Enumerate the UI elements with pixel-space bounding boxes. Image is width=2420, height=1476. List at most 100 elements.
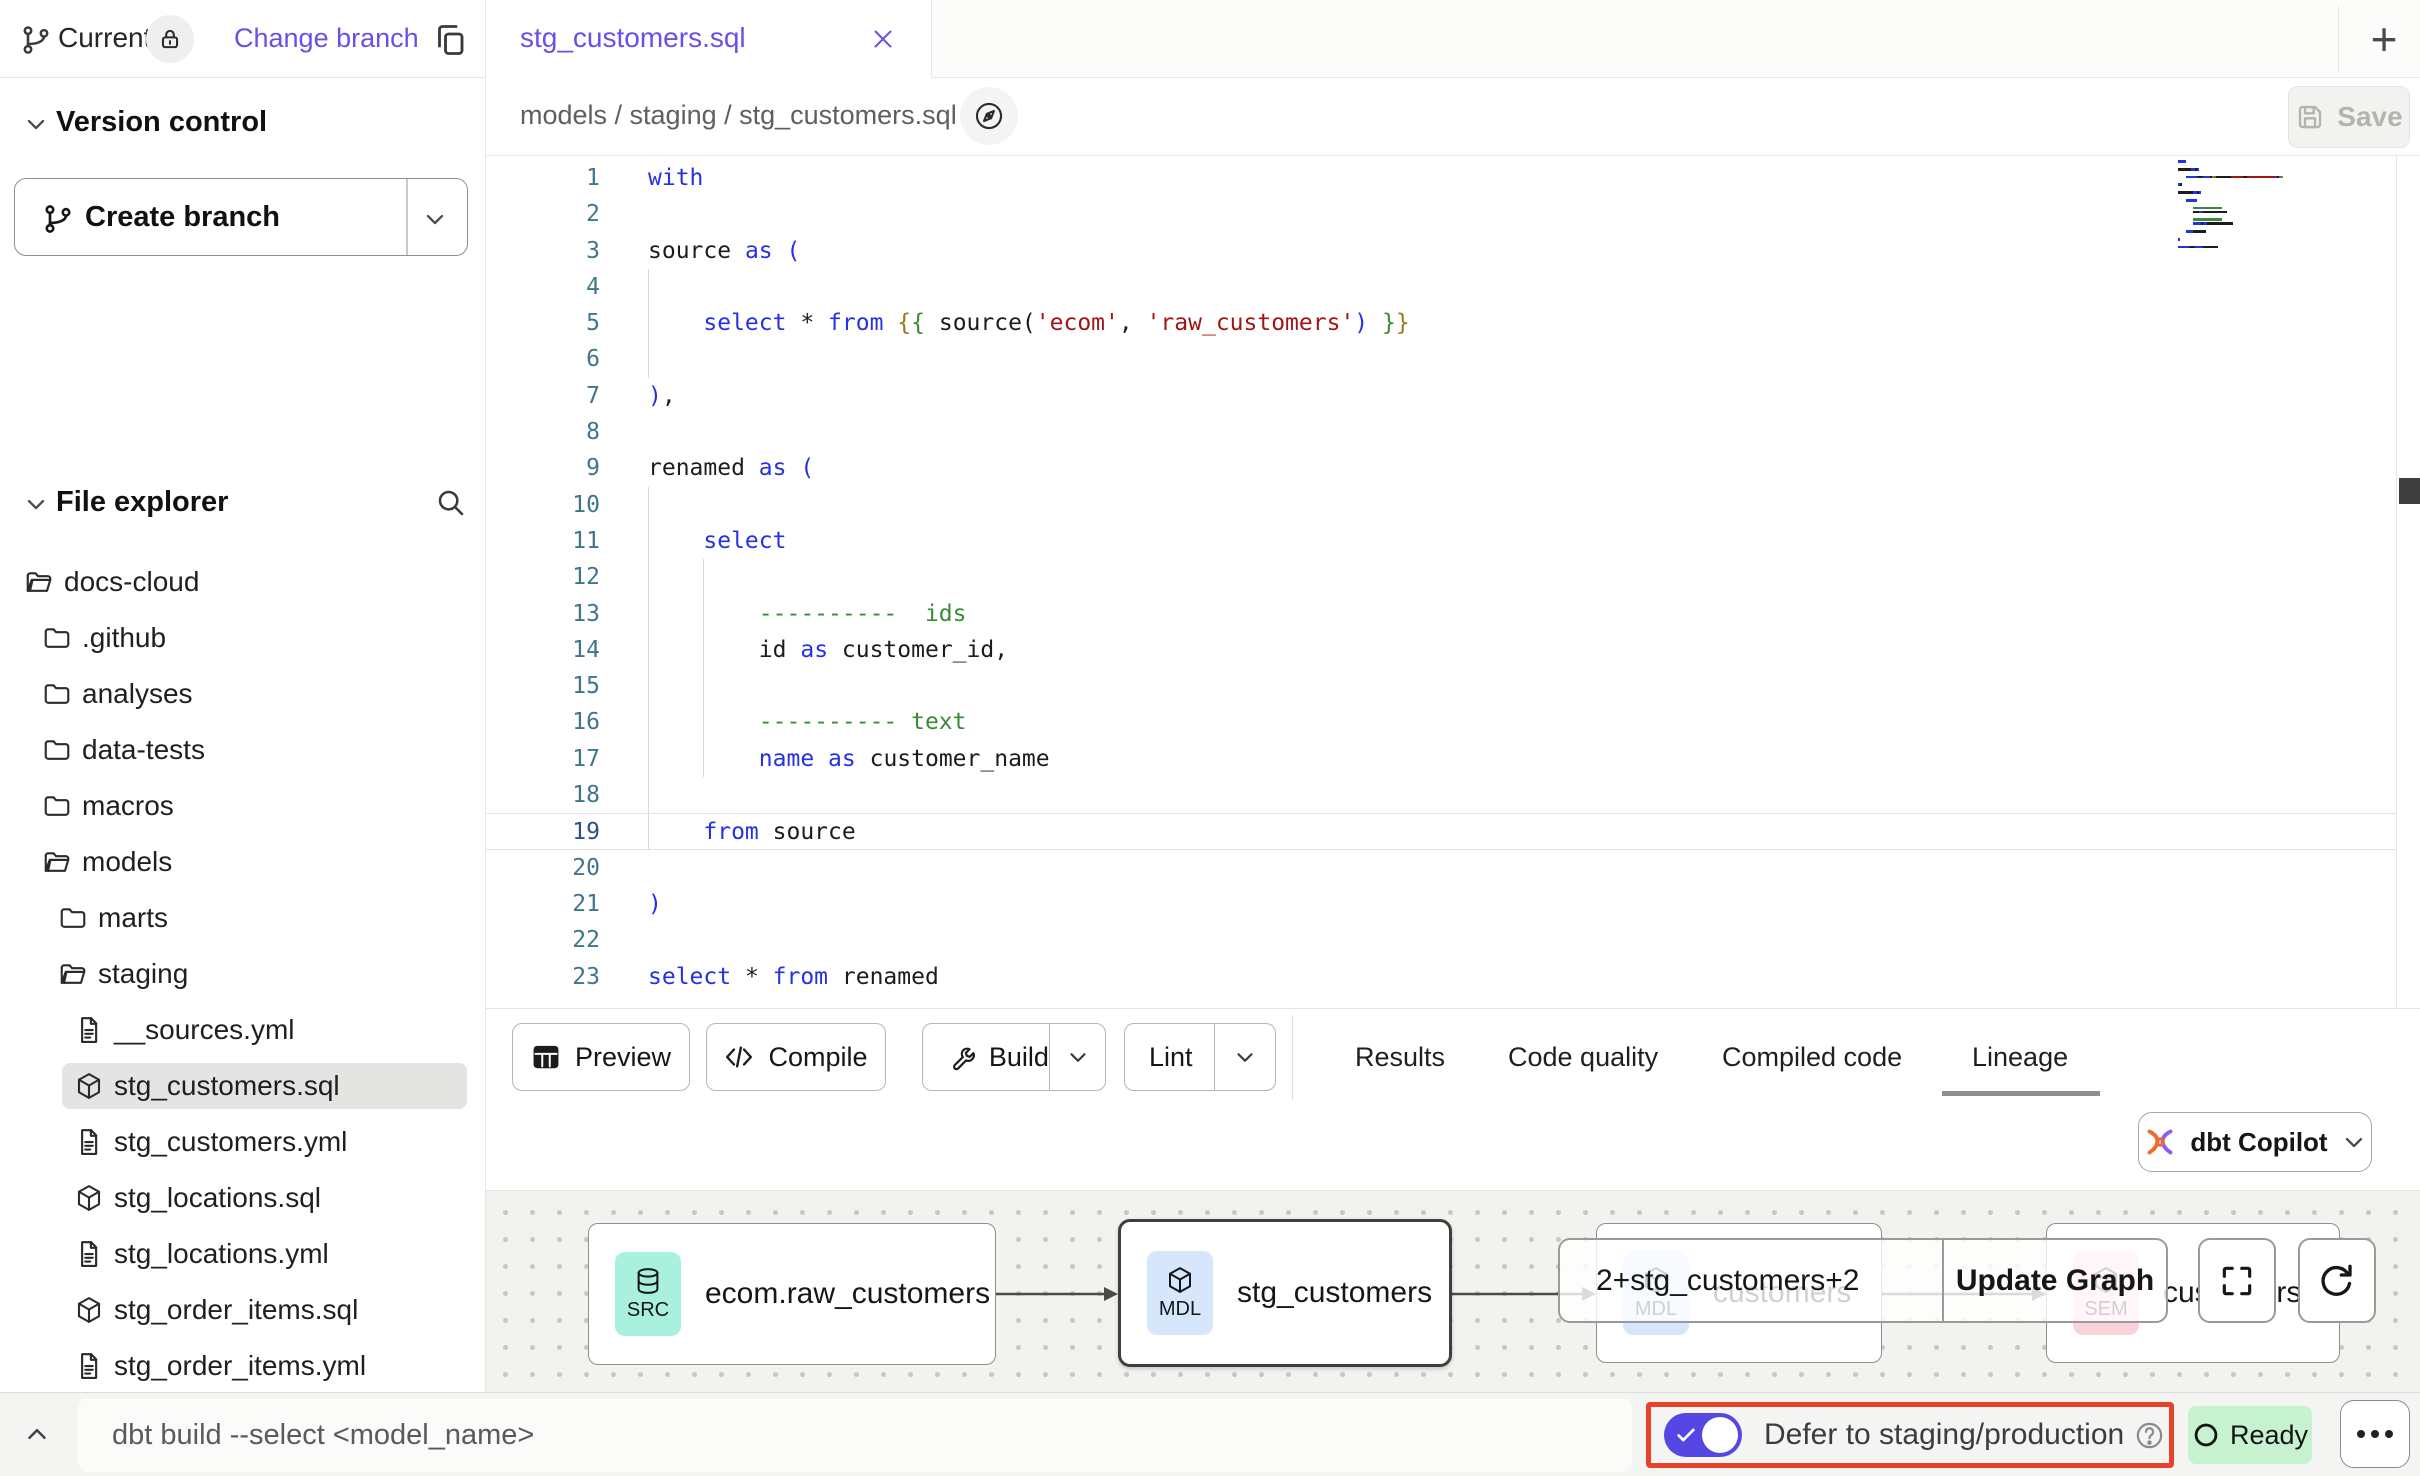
code-line-4: 4 (486, 269, 2396, 305)
tab-results[interactable]: Results (1355, 1023, 1445, 1091)
file-explorer-header[interactable]: File explorer (0, 480, 485, 526)
line-number: 7 (486, 378, 600, 414)
folder-open-icon (42, 847, 72, 877)
code-line-7: 7), (486, 378, 2396, 414)
update-graph-button[interactable]: Update Graph (1944, 1240, 2166, 1321)
search-icon[interactable] (434, 486, 466, 518)
tree-item-label: marts (98, 902, 168, 934)
fullscreen-button[interactable] (2198, 1238, 2276, 1323)
code-line-2: 2 (486, 196, 2396, 232)
tree-item-stg-customers-yml[interactable]: stg_customers.yml (0, 1114, 485, 1170)
code-line-15: 15 (486, 668, 2396, 704)
code-editor[interactable]: 1with23source as (45select * from {{ sou… (486, 156, 2420, 1008)
more-options-button[interactable] (2340, 1400, 2410, 1468)
close-icon[interactable] (868, 24, 898, 54)
button-label: Compile (768, 1042, 867, 1073)
preview-button[interactable]: Preview (512, 1023, 690, 1091)
dbt-copilot-label: dbt Copilot (2190, 1127, 2327, 1158)
tree-item-models[interactable]: models (0, 834, 485, 890)
file-icon (74, 1239, 104, 1269)
chevron-down-icon (2340, 1128, 2368, 1156)
dropdown-chevron[interactable] (1215, 1024, 1275, 1090)
chevron-down-icon[interactable] (421, 205, 449, 233)
code-line-23: 23select * from renamed (486, 959, 2396, 995)
line-number: 8 (486, 414, 600, 450)
code-line-22: 22 (486, 922, 2396, 958)
tree-item-stg-locations-sql[interactable]: stg_locations.sql (0, 1170, 485, 1226)
tab-stg-customers-sql[interactable]: stg_customers.sql (486, 0, 932, 79)
folder-icon (58, 903, 88, 933)
tree-item-docs-cloud[interactable]: docs-cloud (0, 554, 485, 610)
check-icon (1675, 1424, 1697, 1446)
file-tree: docs-cloud.githubanalysesdata-testsmacro… (0, 554, 485, 1394)
create-branch-button[interactable]: Create branch (14, 178, 468, 256)
compass-icon[interactable] (960, 87, 1018, 145)
divider (1292, 1015, 1293, 1100)
dbt-command-input[interactable]: dbt build --select <model_name> (78, 1398, 1632, 1472)
chevron-up-icon[interactable] (22, 1419, 52, 1449)
tree-item-staging[interactable]: staging (0, 946, 485, 1002)
lineage-node-stg-customers[interactable]: MDL stg_customers (1118, 1219, 1452, 1367)
help-icon[interactable] (2134, 1420, 2165, 1451)
tab-lineage[interactable]: Lineage (1972, 1023, 2068, 1091)
model-icon (74, 1183, 104, 1213)
build-button[interactable]: Build (922, 1023, 1106, 1091)
database-icon (633, 1266, 663, 1296)
line-number: 14 (486, 632, 600, 668)
tree-item-stg-locations-yml[interactable]: stg_locations.yml (0, 1226, 485, 1282)
defer-highlight-annotation: Defer to staging/production (1646, 1402, 2174, 1468)
copy-icon[interactable] (432, 22, 468, 58)
lint-button[interactable]: Lint (1124, 1023, 1276, 1091)
defer-toggle[interactable] (1664, 1413, 1742, 1457)
button-label: Preview (575, 1042, 671, 1073)
save-button[interactable]: Save (2288, 86, 2410, 148)
lineage-canvas[interactable]: SRC ecom.raw_customers MDL stg_customers… (486, 1190, 2420, 1392)
minimap-line (2178, 246, 2392, 250)
tree-item-macros[interactable]: macros (0, 778, 485, 834)
line-number: 4 (486, 269, 600, 305)
refresh-button[interactable] (2298, 1238, 2376, 1323)
tree-item-marts[interactable]: marts (0, 890, 485, 946)
node-type-badge: MDL (1147, 1251, 1213, 1335)
line-number: 13 (486, 596, 600, 632)
create-branch-label: Create branch (85, 201, 280, 234)
compile-button[interactable]: Compile (706, 1023, 886, 1091)
scrollbar-thumb[interactable] (2399, 478, 2420, 504)
version-control-header[interactable]: Version control (0, 100, 485, 146)
line-number: 12 (486, 559, 600, 595)
branch-header: Current Change branch (0, 0, 485, 78)
tree-item-stg-order-items-yml[interactable]: stg_order_items.yml (0, 1338, 485, 1394)
tree-item--sources-yml[interactable]: __sources.yml (0, 1002, 485, 1058)
defer-label: Defer to staging/production (1764, 1418, 2124, 1452)
editor-toolbar: Preview Compile Build Lint Results Code qua… (486, 1008, 2420, 1105)
sidebar: Current Change branch Version control Cr… (0, 0, 486, 1392)
code-line-14: 14 id as customer_id, (486, 632, 2396, 668)
tree-item-stg-order-items-sql[interactable]: stg_order_items.sql (0, 1282, 485, 1338)
line-number: 19 (486, 814, 600, 848)
tab-code-quality[interactable]: Code quality (1508, 1023, 1658, 1091)
code-icon (724, 1042, 754, 1072)
tree-item-stg-customers-sql[interactable]: stg_customers.sql (0, 1058, 485, 1114)
tree-item-label: stg_order_items.yml (114, 1350, 366, 1382)
tree-item-label: models (82, 846, 172, 878)
dbt-copilot-icon (2142, 1124, 2178, 1160)
tree-item-label: stg_customers.sql (114, 1070, 340, 1102)
current-branch-label: Current (58, 22, 151, 54)
new-tab-button[interactable]: + (2348, 0, 2420, 78)
code-text: ---------- ids (648, 596, 967, 632)
tree-item--github[interactable]: .github (0, 610, 485, 666)
code-text: select * from {{ source('ecom', 'raw_cus… (648, 305, 1410, 341)
tree-item-analyses[interactable]: analyses (0, 666, 485, 722)
dbt-copilot-button[interactable]: dbt Copilot (2138, 1112, 2372, 1172)
change-branch-link[interactable]: Change branch (234, 23, 419, 54)
lineage-selector-input[interactable]: 2+stg_customers+2 (1560, 1240, 1942, 1321)
indent-guide (648, 559, 649, 595)
tree-item-label: stg_locations.yml (114, 1238, 329, 1270)
tree-item-data-tests[interactable]: data-tests (0, 722, 485, 778)
indent-guide (648, 341, 649, 377)
dropdown-chevron[interactable] (1050, 1024, 1105, 1090)
folder-open-icon (58, 959, 88, 989)
tab-compiled-code[interactable]: Compiled code (1722, 1023, 1902, 1091)
lineage-node-ecom-raw-customers[interactable]: SRC ecom.raw_customers (588, 1223, 996, 1365)
code-text: id as customer_id, (648, 632, 1008, 668)
